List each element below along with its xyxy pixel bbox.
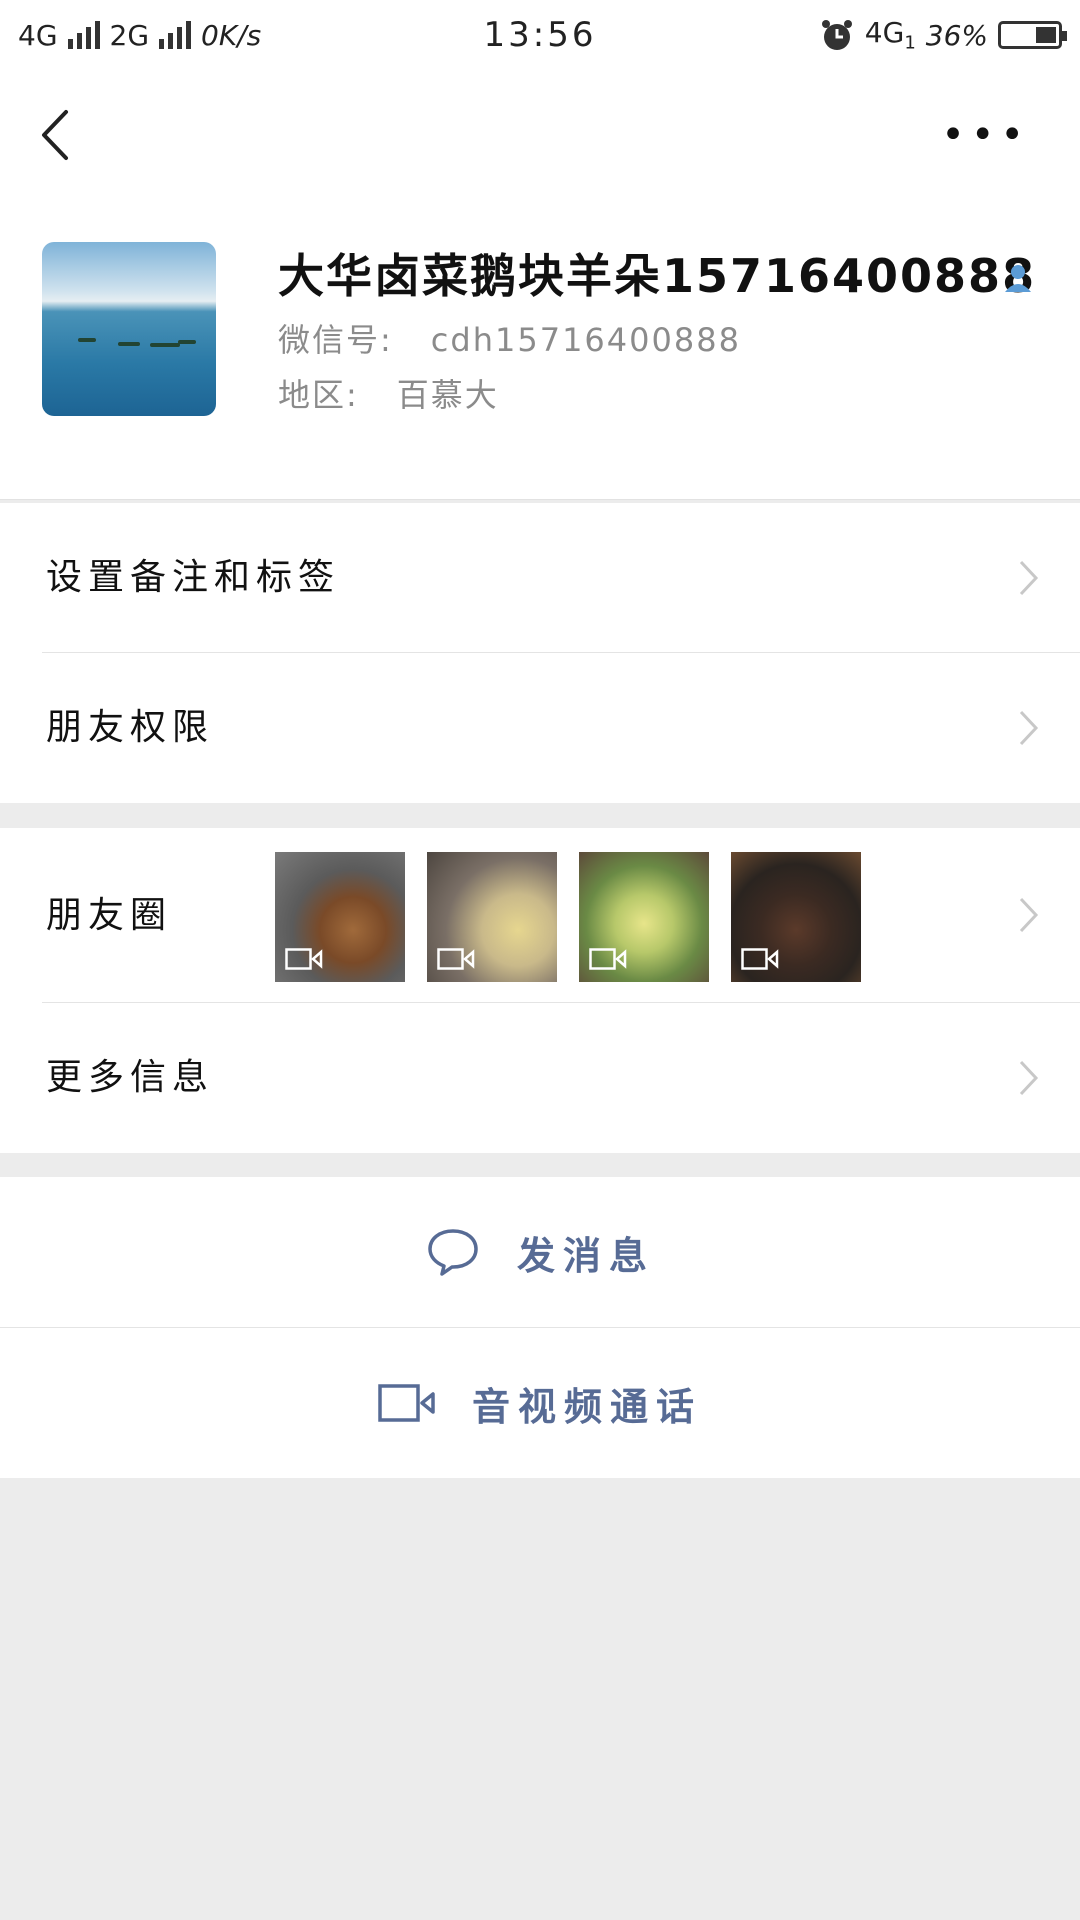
video-icon bbox=[741, 948, 779, 970]
video-call-label: 音视频通话 bbox=[471, 1384, 702, 1429]
alarm-icon bbox=[821, 20, 852, 50]
chevron-right-icon bbox=[1019, 897, 1039, 933]
send-message-label: 发消息 bbox=[516, 1233, 655, 1278]
video-icon bbox=[437, 948, 475, 970]
chevron-right-icon bbox=[1019, 560, 1039, 596]
status-bar: 4G 2G 0K/s 13:56 4G1 36% bbox=[0, 0, 1080, 70]
region-row: 地区: 百慕大 bbox=[278, 370, 499, 416]
moments-thumbnails bbox=[275, 852, 861, 982]
profile-card: 大华卤菜鹅块羊朵15716400888 微信号: cdh15716400888 地… bbox=[0, 200, 1080, 500]
send-message-button[interactable]: 发消息 bbox=[0, 1177, 1080, 1327]
region-label: 地区: bbox=[278, 376, 359, 414]
video-icon bbox=[589, 948, 627, 970]
back-arrow-icon[interactable] bbox=[36, 108, 76, 162]
wechat-id-row: 微信号: cdh15716400888 bbox=[278, 315, 741, 361]
more-info-label: 更多信息 bbox=[46, 1057, 215, 1098]
more-options-icon[interactable]: ••• bbox=[941, 115, 1030, 155]
moments-thumbnail[interactable] bbox=[275, 852, 405, 982]
network-4g-lte: 4G1 bbox=[864, 16, 916, 54]
chevron-right-icon bbox=[1019, 710, 1039, 746]
chat-bubble-icon bbox=[428, 1229, 478, 1276]
wechat-id-label: 微信号: bbox=[278, 321, 393, 359]
moments-row[interactable]: 朋友圈 bbox=[0, 828, 1080, 1003]
video-icon bbox=[285, 948, 323, 970]
network-2g: 2G bbox=[109, 18, 150, 52]
more-info-row[interactable]: 更多信息 bbox=[0, 1003, 1080, 1153]
avatar[interactable] bbox=[42, 242, 216, 416]
status-right: 4G1 36% bbox=[819, 16, 1067, 54]
friend-permissions-label: 朋友权限 bbox=[46, 707, 215, 748]
friend-permissions-row[interactable]: 朋友权限 bbox=[0, 653, 1080, 803]
moments-thumbnail[interactable] bbox=[731, 852, 861, 982]
chevron-right-icon bbox=[1019, 1060, 1039, 1096]
moments-label: 朋友圈 bbox=[46, 895, 173, 936]
video-camera-icon bbox=[378, 1384, 435, 1422]
network-4g: 4G bbox=[18, 18, 58, 52]
battery-percent: 36% bbox=[925, 18, 988, 52]
net-speed: 0K/s bbox=[201, 18, 262, 52]
contact-person-icon bbox=[1005, 265, 1031, 292]
wechat-id-value: cdh15716400888 bbox=[430, 321, 741, 359]
region-value: 百慕大 bbox=[396, 376, 499, 414]
set-remark-row[interactable]: 设置备注和标签 bbox=[0, 503, 1080, 653]
contact-name: 大华卤菜鹅块羊朵15716400888 bbox=[278, 249, 1037, 303]
moments-thumbnail[interactable] bbox=[427, 852, 557, 982]
signal-icon bbox=[159, 21, 192, 49]
signal-icon bbox=[67, 21, 100, 49]
moments-thumbnail[interactable] bbox=[579, 852, 709, 982]
video-call-button[interactable]: 音视频通话 bbox=[0, 1328, 1080, 1478]
top-bar: ••• bbox=[0, 70, 1080, 200]
set-remark-label: 设置备注和标签 bbox=[46, 557, 341, 598]
battery-icon bbox=[998, 21, 1067, 49]
status-left: 4G 2G 0K/s bbox=[18, 19, 261, 52]
